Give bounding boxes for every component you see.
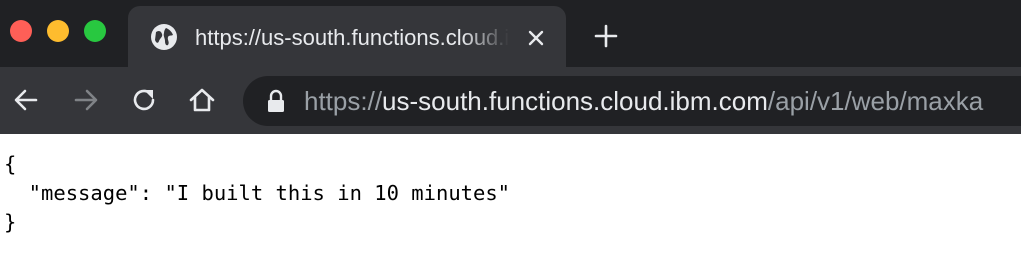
address-bar[interactable]: https://us-south.functions.cloud.ibm.com… bbox=[243, 76, 1021, 126]
window-titlebar: https://us-south.functions.cloud.ibm.com… bbox=[0, 0, 1021, 67]
browser-toolbar: https://us-south.functions.cloud.ibm.com… bbox=[0, 67, 1021, 134]
url-path: /api/v1/web/maxka bbox=[767, 86, 984, 116]
url-scheme: https:// bbox=[304, 86, 383, 116]
json-response: { "message": "I built this in 10 minutes… bbox=[4, 150, 510, 237]
url-text[interactable]: https://us-south.functions.cloud.ibm.com… bbox=[304, 84, 983, 118]
browser-tab[interactable]: https://us-south.functions.cloud.ibm.com… bbox=[128, 6, 566, 67]
close-tab-icon[interactable] bbox=[524, 26, 548, 50]
forward-arrow-icon[interactable] bbox=[70, 84, 102, 116]
json-line-message: "message": "I built this in 10 minutes" bbox=[4, 181, 511, 205]
back-arrow-icon[interactable] bbox=[10, 84, 42, 116]
json-line-close: } bbox=[4, 210, 17, 234]
new-tab-button[interactable] bbox=[592, 22, 620, 50]
reload-icon[interactable] bbox=[128, 84, 160, 116]
minimize-window-button[interactable] bbox=[47, 20, 69, 42]
url-host: us-south.functions.cloud.ibm.com bbox=[382, 86, 768, 116]
globe-icon bbox=[151, 24, 177, 50]
maximize-window-button[interactable] bbox=[84, 20, 106, 42]
lock-icon[interactable] bbox=[265, 89, 287, 113]
json-line-open: { bbox=[4, 152, 17, 176]
home-icon[interactable] bbox=[186, 84, 218, 116]
tab-title: https://us-south.functions.cloud.ibm.com… bbox=[195, 25, 509, 50]
page-content: { "message": "I built this in 10 minutes… bbox=[0, 134, 1021, 262]
close-window-button[interactable] bbox=[10, 20, 32, 42]
